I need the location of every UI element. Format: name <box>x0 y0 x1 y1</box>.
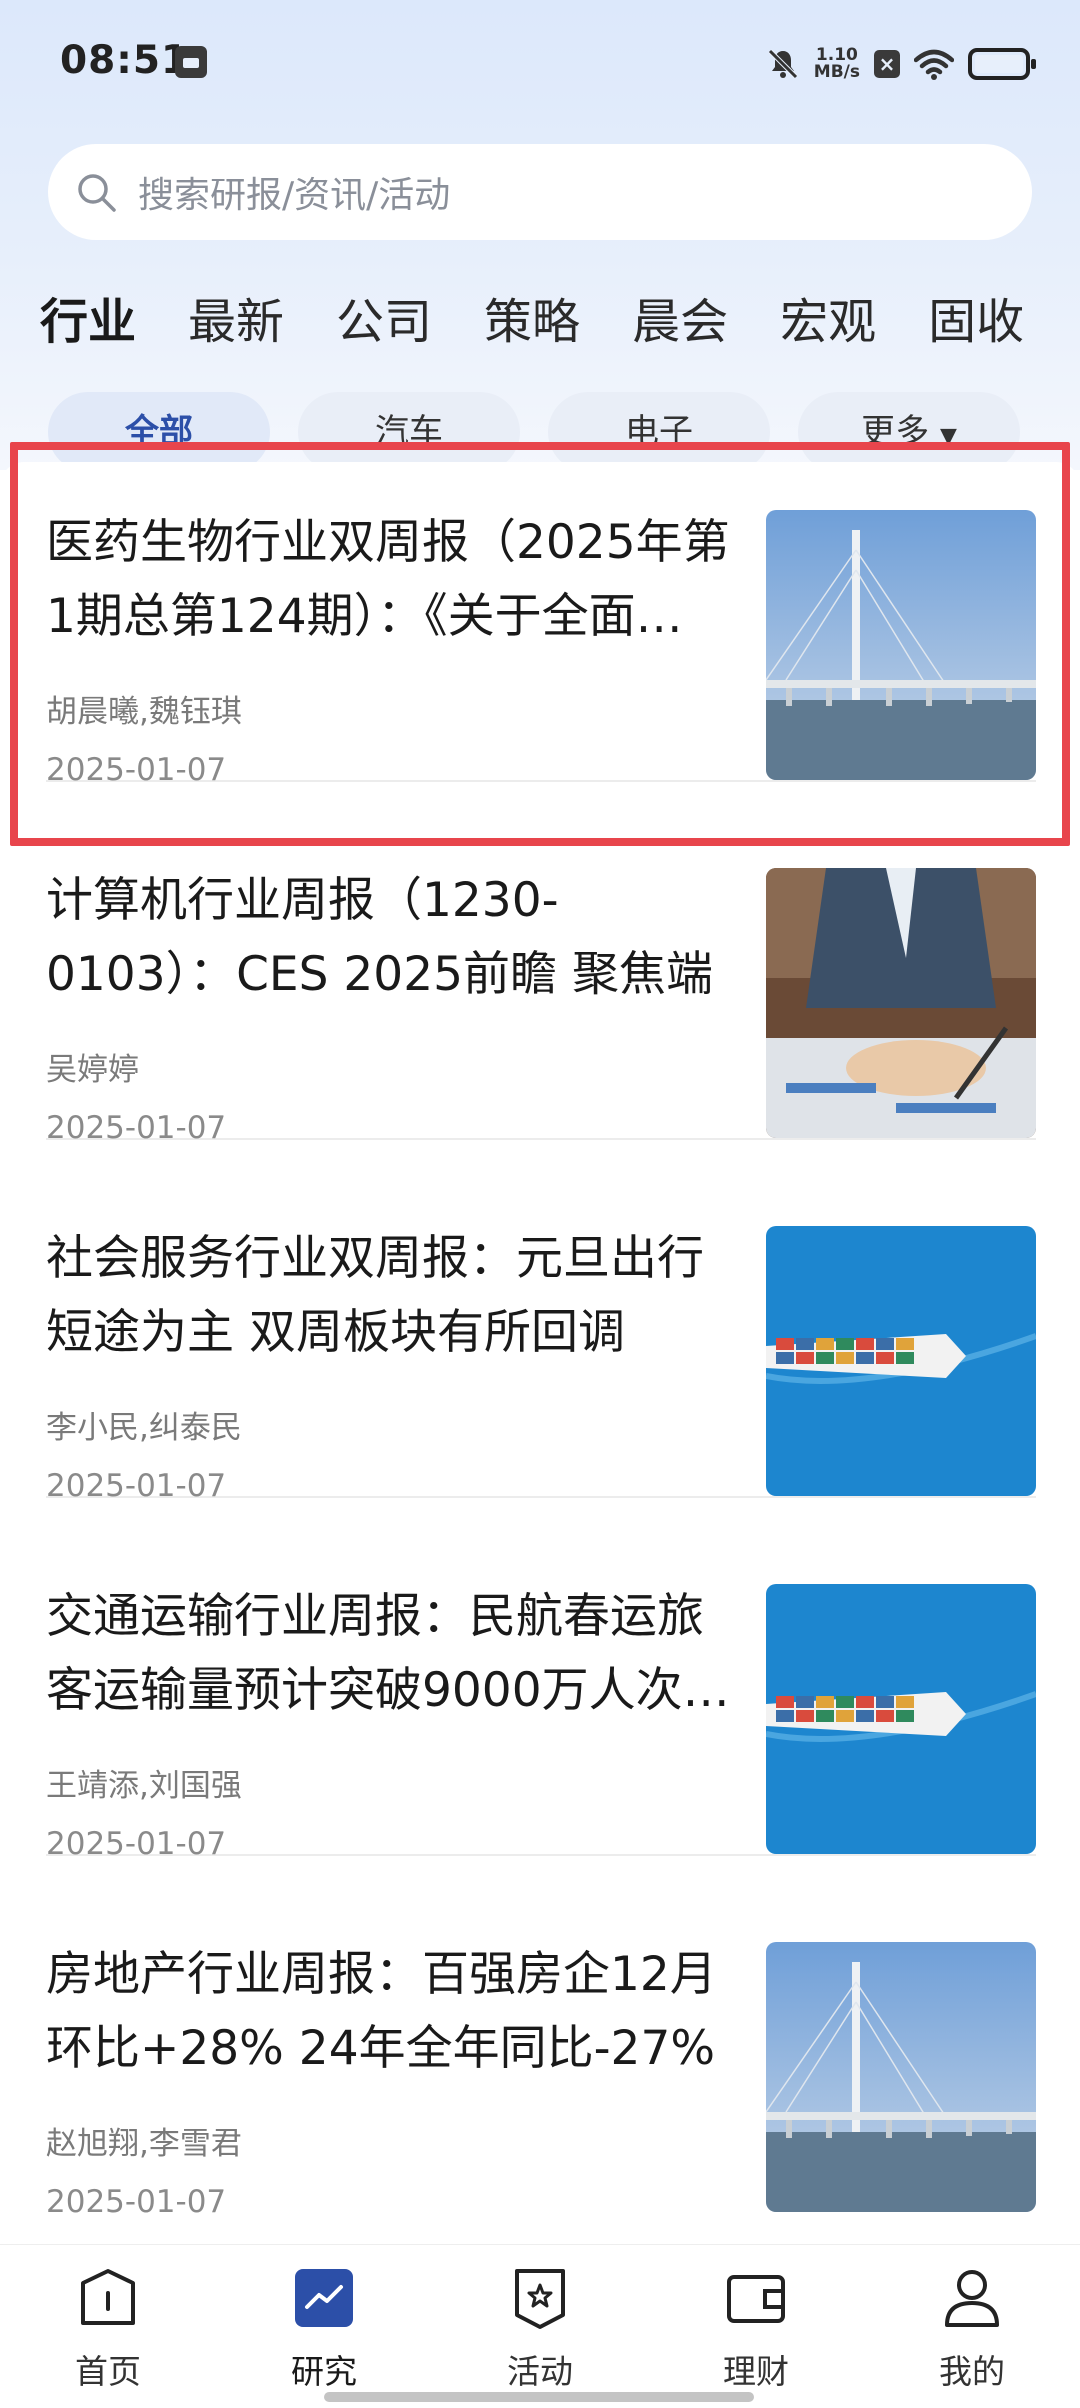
report-date: 2025-01-07 <box>46 1110 227 1146</box>
nav-home[interactable]: 首页 <box>0 2245 216 2408</box>
business-photo <box>766 868 1036 1138</box>
home-icon <box>81 2269 135 2325</box>
notification-app-icon <box>175 46 207 78</box>
search-icon <box>78 174 116 212</box>
search-bar[interactable]: 搜索研报/资讯/活动 <box>48 144 1032 240</box>
status-time: 08:51 <box>60 38 190 83</box>
bottom-nav: 首页 研究 活动 理财 我的 <box>0 2244 1080 2408</box>
nav-research[interactable]: 研究 <box>216 2245 432 2408</box>
mute-bell-icon <box>768 49 798 79</box>
tab-strategy[interactable]: 策略 <box>484 282 580 362</box>
report-title: 社会服务行业双周报：元旦出行短途为主 双周板块有所回调 <box>46 1231 704 1360</box>
ship-photo <box>766 1226 1036 1496</box>
highlight-box <box>10 442 1070 846</box>
network-speed: 1.10 MB/s <box>814 47 860 81</box>
bridge-photo <box>766 1942 1036 2212</box>
activity-icon <box>515 2269 565 2329</box>
nav-profile[interactable]: 我的 <box>864 2245 1080 2408</box>
report-authors: 赵旭翔,李雪君 <box>46 2126 242 2162</box>
report-item[interactable]: 房地产行业周报：百强房企12月环比+28% 24年全年同比-27% 赵旭翔,李雪… <box>46 1894 1036 2220</box>
report-title: 计算机行业周报（1230-0103）：CES 2025前瞻 聚焦端侧… <box>46 873 713 1002</box>
tab-latest[interactable]: 最新 <box>188 282 284 362</box>
report-authors: 李小民,纠泰民 <box>46 1410 242 1446</box>
report-item[interactable]: 交通运输行业周报：民航春运旅客运输量预计突破9000万人次… 王靖添,刘国强 2… <box>46 1536 1036 1862</box>
x-app-icon: × <box>874 50 900 78</box>
status-bar: 08:51 1.10 MB/s × <box>0 0 1080 128</box>
nav-wealth[interactable]: 理财 <box>648 2245 864 2408</box>
tab-fixed-income[interactable]: 固收 <box>928 282 1024 362</box>
nav-label: 研究 <box>291 2352 357 2391</box>
battery-icon <box>968 48 1036 80</box>
nav-label: 我的 <box>939 2352 1005 2391</box>
tab-macro[interactable]: 宏观 <box>780 282 876 362</box>
home-indicator[interactable] <box>324 2392 754 2402</box>
report-authors: 王靖添,刘国强 <box>46 1768 242 1804</box>
report-date: 2025-01-07 <box>46 1468 227 1504</box>
wifi-icon <box>914 49 954 80</box>
status-icons: 1.10 MB/s × <box>766 42 1036 86</box>
tab-company[interactable]: 公司 <box>336 282 432 362</box>
ship-photo <box>766 1584 1036 1854</box>
wallet-icon <box>727 2275 785 2323</box>
nav-activity[interactable]: 活动 <box>432 2245 648 2408</box>
nav-label: 活动 <box>507 2352 573 2391</box>
tab-morning-meeting[interactable]: 晨会 <box>632 282 728 362</box>
search-placeholder: 搜索研报/资讯/活动 <box>138 175 451 216</box>
research-icon <box>295 2269 353 2327</box>
category-tabs: 行业 最新 公司 策略 晨会 宏观 固收 <box>40 282 1080 362</box>
nav-label: 理财 <box>723 2352 789 2391</box>
report-item[interactable]: 社会服务行业双周报：元旦出行短途为主 双周板块有所回调 李小民,纠泰民 2025… <box>46 1178 1036 1504</box>
tab-industry[interactable]: 行业 <box>40 282 136 362</box>
report-authors: 吴婷婷 <box>46 1052 139 1088</box>
profile-icon <box>945 2270 999 2327</box>
report-title: 房地产行业周报：百强房企12月环比+28% 24年全年同比-27% <box>46 1947 717 2076</box>
report-date: 2025-01-07 <box>46 2184 227 2220</box>
report-date: 2025-01-07 <box>46 1826 227 1862</box>
report-title: 交通运输行业周报：民航春运旅客运输量预计突破9000万人次… <box>46 1589 730 1718</box>
nav-label: 首页 <box>75 2352 141 2391</box>
report-item[interactable]: 计算机行业周报（1230-0103）：CES 2025前瞻 聚焦端侧… 吴婷婷 … <box>46 820 1036 1146</box>
speed-unit: MB/s <box>813 62 860 82</box>
